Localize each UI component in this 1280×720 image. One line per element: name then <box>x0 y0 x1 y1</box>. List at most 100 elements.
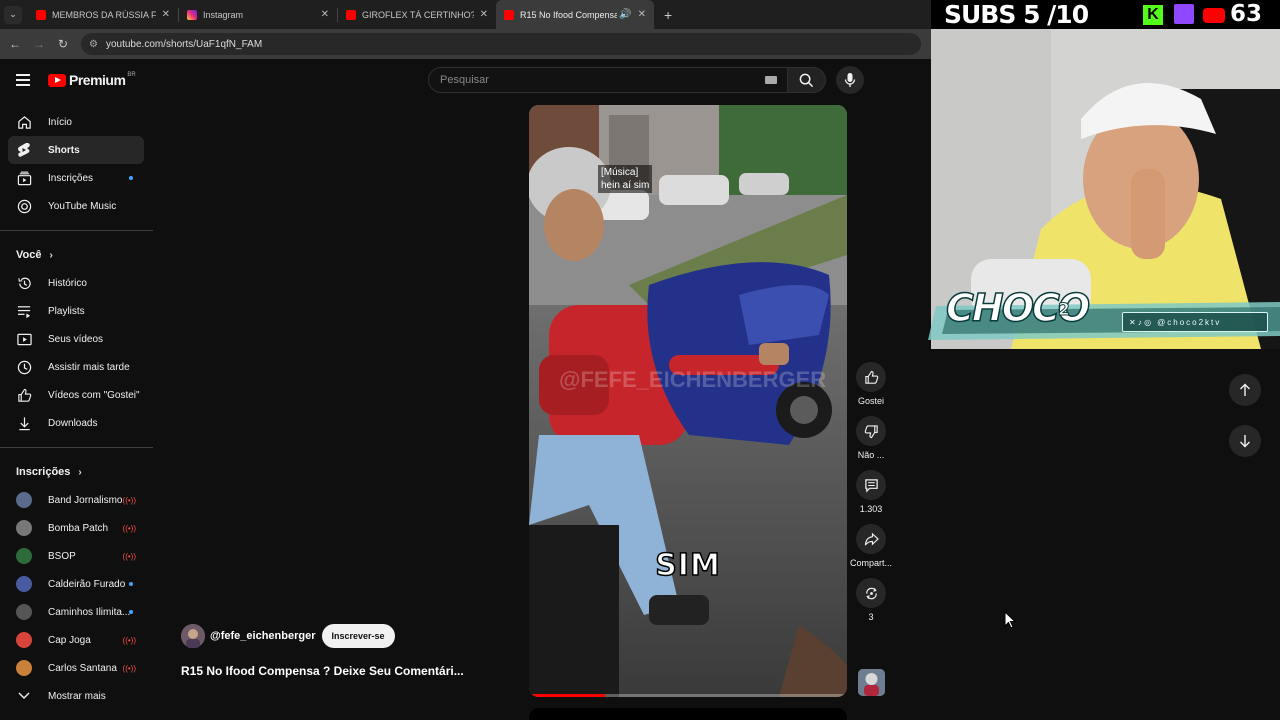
dislike-label: Não ... <box>857 450 885 460</box>
new-content-dot <box>129 176 133 180</box>
new-tab-button[interactable]: + <box>664 7 672 23</box>
search-box[interactable] <box>428 67 788 93</box>
instagram-favicon-icon <box>187 9 197 20</box>
twitch-icon <box>1174 4 1194 24</box>
next-short-button[interactable] <box>1229 425 1261 457</box>
back-arrow-icon[interactable]: ← <box>3 37 27 51</box>
dislike-button[interactable]: Não ... <box>850 416 892 460</box>
previous-short-button[interactable] <box>1229 374 1261 406</box>
forward-arrow-icon[interactable]: → <box>27 37 51 51</box>
youtube-favicon-icon <box>504 9 514 20</box>
channel-avatar <box>16 520 32 536</box>
screen: ⌄ MEMBROS DA RÚSSIA FORÇAR ✕ Instagram ✕… <box>0 0 1280 720</box>
sidebar-item-label: Vídeos com "Gostei" <box>48 389 140 401</box>
sidebar-item-label: Início <box>48 116 72 128</box>
video-progress-bar[interactable] <box>529 694 847 697</box>
sidebar-item-youtube-music[interactable]: YouTube Music <box>0 192 153 220</box>
sidebar-subscription-item[interactable]: Band Jornalismo ((•)) <box>0 486 153 514</box>
chevron-right-icon: › <box>49 249 53 261</box>
reload-icon[interactable]: ↻ <box>51 37 75 51</box>
big-caption: SIM <box>654 547 721 584</box>
watch-later-icon <box>16 359 32 375</box>
sidebar-subscription-item[interactable]: Caminhos Ilimita... <box>0 598 153 626</box>
channel-avatar <box>16 576 32 592</box>
sidebar-item-label: Shorts <box>48 144 80 156</box>
sidebar-item-label: Caminhos Ilimita... <box>48 606 131 618</box>
sidebar-item-liked-videos[interactable]: Vídeos com "Gostei" <box>0 381 153 409</box>
sidebar-item-label: Assistir mais tarde <box>48 361 130 373</box>
browser-tab-2[interactable]: Instagram ✕ <box>179 0 337 29</box>
youtube-logo[interactable]: Premium BR <box>48 72 136 88</box>
browser-tab-active[interactable]: R15 No Ifood Compensa ? D 🔊 ✕ <box>496 0 654 29</box>
close-tab-icon[interactable]: ✕ <box>162 9 170 20</box>
youtube-header: Premium BR <box>0 59 931 101</box>
social-icons: ✕ ♪ ◎ <box>1129 317 1152 327</box>
sidebar-item-label: Inscrições <box>48 172 94 184</box>
sidebar-item-your-videos[interactable]: Seus vídeos <box>0 325 153 353</box>
menu-icon[interactable] <box>16 74 30 86</box>
sidebar-item-shorts[interactable]: Shorts <box>8 136 144 164</box>
sidebar-subscription-item[interactable]: Carlos Santana ((•)) <box>0 654 153 682</box>
channel-avatar[interactable] <box>181 624 205 648</box>
sidebar-subscription-item[interactable]: Caldeirão Furado <box>0 570 153 598</box>
liked-icon <box>16 387 32 403</box>
live-indicator-icon: ((•)) <box>122 664 136 673</box>
remix-button[interactable]: 3 <box>850 578 892 622</box>
mouse-cursor-icon <box>1004 611 1016 629</box>
sidebar-subscription-item[interactable]: Cap Joga ((•)) <box>0 626 153 654</box>
remix-count: 3 <box>868 612 874 622</box>
sidebar-item-label: BSOP <box>48 550 76 562</box>
close-tab-icon[interactable]: ✕ <box>480 9 488 20</box>
comments-count: 1.303 <box>859 504 883 514</box>
sidebar-section-subscriptions[interactable]: Inscrições › <box>0 458 153 486</box>
share-label: Compart... <box>850 558 893 568</box>
next-short-preview[interactable] <box>529 708 847 720</box>
sound-thumbnail[interactable] <box>858 669 885 696</box>
sidebar: Início Shorts Inscrições YouTube Music V… <box>0 108 153 710</box>
sidebar-item-watch-later[interactable]: Assistir mais tarde <box>0 353 153 381</box>
sidebar-item-label: YouTube Music <box>48 200 117 212</box>
comments-button[interactable]: 1.303 <box>850 470 892 514</box>
live-indicator-icon: ((•)) <box>122 496 136 505</box>
country-code: BR <box>127 72 136 78</box>
thumbs-down-icon <box>856 416 886 446</box>
remix-icon <box>856 578 886 608</box>
sidebar-show-more[interactable]: Mostrar mais <box>0 682 153 710</box>
like-button[interactable]: Gostei <box>850 362 892 406</box>
sidebar-section-you[interactable]: Você › <box>0 241 153 269</box>
live-indicator-icon: ((•)) <box>122 524 136 533</box>
social-handles: ✕ ♪ ◎ @choco2ktv <box>1122 312 1268 332</box>
like-label: Gostei <box>857 396 884 406</box>
tab-title: R15 No Ifood Compensa ? D <box>520 9 618 20</box>
browser-tab-3[interactable]: GIROFLEX TÁ CERTINHO? ROCA ✕ <box>338 0 496 29</box>
url-field[interactable]: ⚙ youtube.com/shorts/UaF1qfN_FAM <box>81 33 921 55</box>
share-button[interactable]: Compart... <box>850 524 892 568</box>
close-tab-icon[interactable]: ✕ <box>321 9 329 20</box>
tab-search-button[interactable]: ⌄ <box>4 5 22 24</box>
close-tab-icon[interactable]: ✕ <box>638 9 646 20</box>
voice-search-button[interactable] <box>836 66 864 94</box>
subscribe-button[interactable]: Inscrever-se <box>321 624 395 648</box>
tab-title: GIROFLEX TÁ CERTINHO? ROCA <box>362 9 474 20</box>
sidebar-item-downloads[interactable]: Downloads <box>0 409 153 437</box>
keyboard-icon[interactable] <box>765 76 777 84</box>
sidebar-subscription-item[interactable]: Bomba Patch ((•)) <box>0 514 153 542</box>
live-indicator-icon: ((•)) <box>122 636 136 645</box>
url-text: youtube.com/shorts/UaF1qfN_FAM <box>105 38 263 50</box>
sidebar-subscription-item[interactable]: BSOP ((•)) <box>0 542 153 570</box>
microphone-icon <box>844 73 856 87</box>
sidebar-item-playlists[interactable]: Playlists <box>0 297 153 325</box>
browser-tab-1[interactable]: MEMBROS DA RÚSSIA FORÇAR ✕ <box>28 0 178 29</box>
sidebar-item-home[interactable]: Início <box>0 108 153 136</box>
sidebar-item-subscriptions[interactable]: Inscrições <box>0 164 153 192</box>
channel-handle[interactable]: @fefe_eichenberger <box>210 630 316 642</box>
speaker-icon[interactable]: 🔊 <box>619 9 631 20</box>
shorts-video-player[interactable]: [Música] hein aí sim @FEFE_EICHENBERGER … <box>529 105 847 697</box>
sidebar-item-history[interactable]: Histórico <box>0 269 153 297</box>
video-title[interactable]: R15 No Ifood Compensa ? Deixe Seu Coment… <box>181 664 464 678</box>
search-input[interactable] <box>440 74 740 86</box>
sidebar-item-label: Band Jornalismo <box>48 494 123 506</box>
search-button[interactable] <box>788 67 826 93</box>
site-info-icon[interactable]: ⚙ <box>89 39 98 50</box>
section-heading: Você <box>16 249 42 261</box>
